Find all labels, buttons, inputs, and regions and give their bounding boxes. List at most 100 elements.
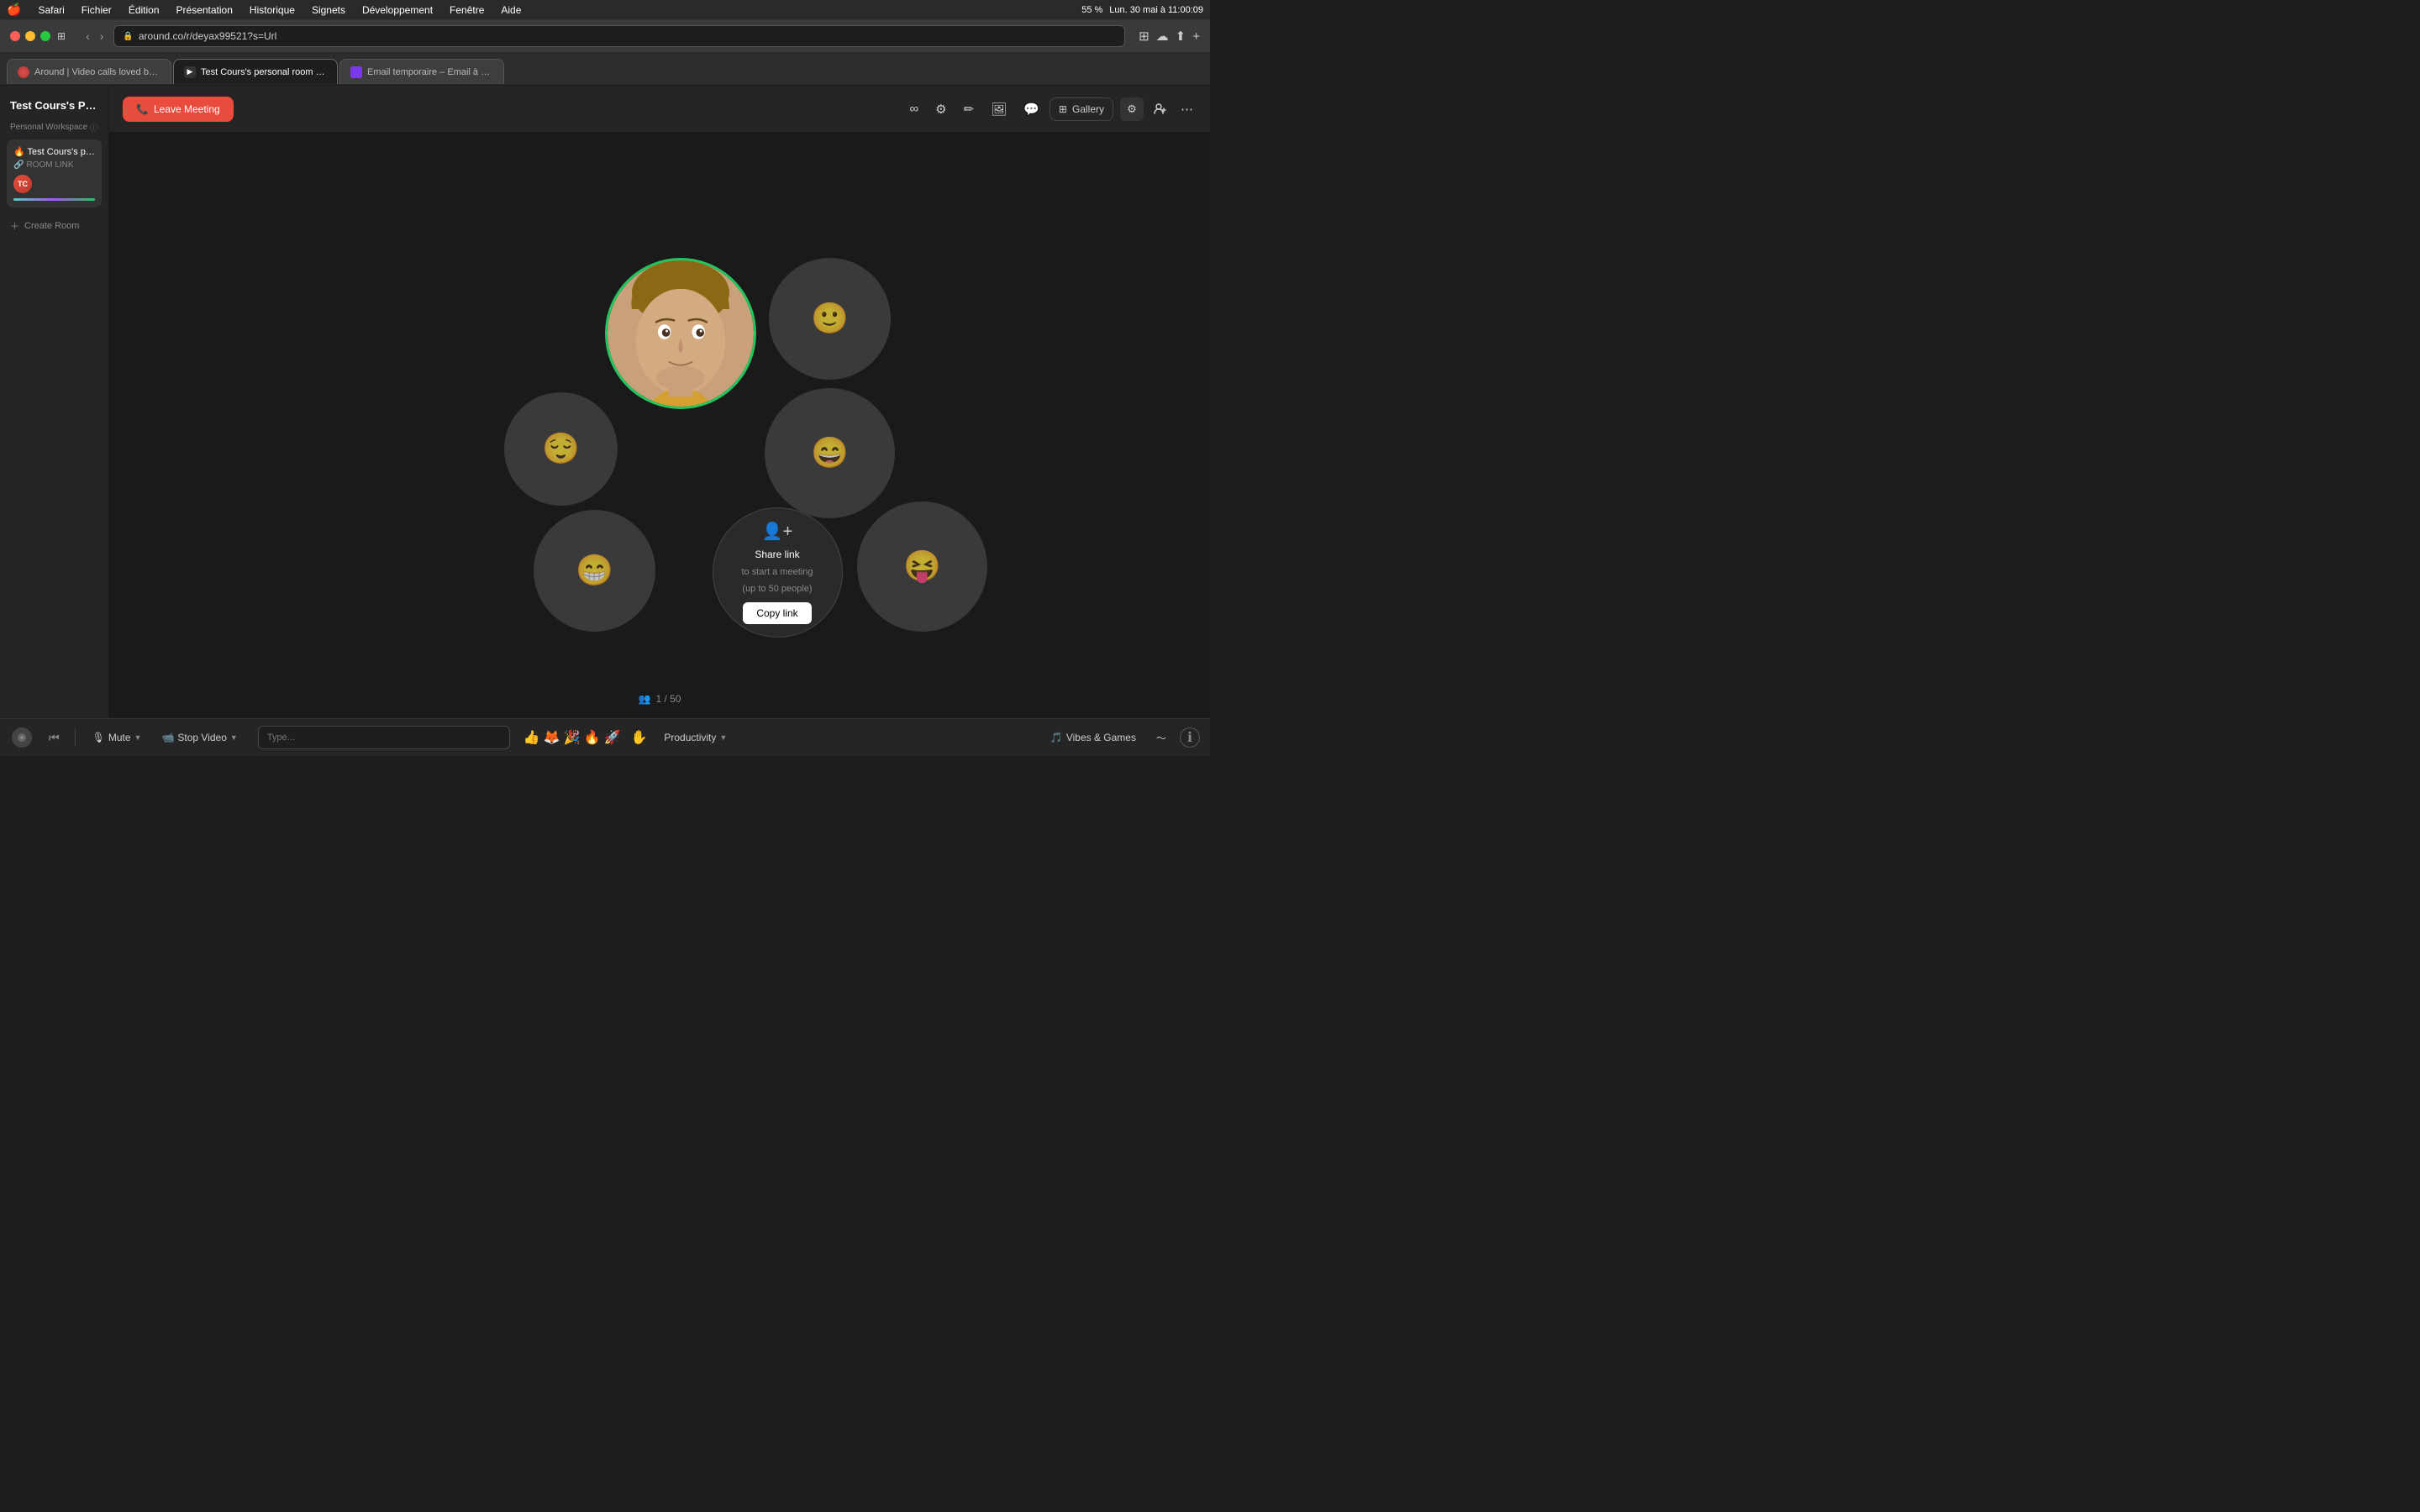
menu-aide[interactable]: Aide bbox=[497, 3, 524, 18]
minimize-window-button[interactable] bbox=[25, 31, 35, 41]
room-link[interactable]: 🔗 ROOM LINK bbox=[13, 160, 95, 170]
reaction-fire[interactable]: 🔥 bbox=[584, 729, 601, 746]
reaction-thumbs-up[interactable]: 👍 bbox=[523, 729, 540, 746]
edit-icon-button[interactable]: ✏ bbox=[960, 98, 978, 120]
close-window-button[interactable] bbox=[10, 31, 20, 41]
sidebar-workspace-subtitle: Personal Workspace ⓘ bbox=[7, 122, 102, 133]
link-icon: 🔗 bbox=[13, 160, 24, 170]
participant-6[interactable]: 😝 bbox=[857, 501, 987, 632]
infinity-icon-button[interactable]: ∞ bbox=[906, 98, 922, 119]
image-icon-button[interactable]: 🖼 bbox=[987, 98, 1010, 120]
add-people-button[interactable] bbox=[1150, 99, 1171, 119]
stop-video-button[interactable]: 📹 Stop Video ▼ bbox=[155, 728, 244, 747]
plus-icon: ＋ bbox=[10, 219, 19, 233]
menu-fichier[interactable]: Fichier bbox=[78, 3, 115, 18]
bottom-bar: ⏮ 🎙 Mute ▼ 📹 Stop Video ▼ 👍 🦊 🎉 🔥 🚀 ✋ Pr… bbox=[0, 718, 1210, 756]
participant-count: 👥 1 / 50 bbox=[639, 693, 681, 705]
active-indicator-bar bbox=[13, 198, 95, 201]
share-button[interactable]: ⬆ bbox=[1176, 29, 1186, 44]
menu-fenetre[interactable]: Fenêtre bbox=[446, 3, 487, 18]
waveform-button[interactable]: 〜 bbox=[1150, 727, 1173, 748]
menu-safari[interactable]: Safari bbox=[34, 3, 67, 18]
share-subtitle: to start a meeting bbox=[742, 567, 813, 577]
tab-favicon-meeting: ▶ bbox=[184, 66, 196, 78]
meeting-area: 📞 Leave Meeting ∞ ⚙ ✏ 🖼 💬 ⊞ Gallery ⚙ bbox=[109, 86, 1210, 718]
new-tab-button[interactable]: ⊞ bbox=[1139, 29, 1150, 44]
address-bar[interactable]: 🔒 around.co/r/deyax99521?s=Url bbox=[113, 25, 1125, 47]
participant-emoji-1: 🙂 bbox=[811, 301, 849, 336]
create-room-button[interactable]: ＋ Create Room bbox=[7, 214, 102, 238]
tab-label-2: Email temporaire – Email à usage unique … bbox=[367, 67, 493, 77]
sidebar: Test Cours's Person... Personal Workspac… bbox=[0, 86, 109, 718]
browser-tabs: Around | Video calls loved by extraordin… bbox=[0, 52, 1210, 84]
back-button[interactable]: ‹ bbox=[82, 28, 93, 45]
participant-3[interactable]: 😄 bbox=[765, 388, 895, 518]
mic-icon: 🎙 bbox=[92, 732, 105, 743]
more-options-button[interactable]: ⋯ bbox=[1177, 98, 1197, 120]
layout-settings-button[interactable]: ⚙ bbox=[1120, 97, 1144, 121]
productivity-button[interactable]: Productivity ▼ bbox=[657, 728, 734, 747]
video-icon: 📹 bbox=[161, 732, 174, 743]
share-link-popup: 👤+ Share link to start a meeting (up to … bbox=[713, 507, 843, 638]
share-title: Share link bbox=[755, 549, 799, 560]
vibes-games-button[interactable]: 🎵 Vibes & Games bbox=[1044, 728, 1143, 747]
sidebar-toggle-button[interactable]: ⏮ bbox=[44, 727, 65, 748]
maximize-window-button[interactable] bbox=[40, 31, 50, 41]
chat-input-area[interactable] bbox=[258, 726, 510, 749]
traffic-lights bbox=[10, 31, 50, 41]
toolbar-icons: ∞ ⚙ ✏ 🖼 💬 bbox=[906, 98, 1042, 120]
url-text: around.co/r/deyax99521?s=Url bbox=[139, 30, 276, 42]
tab-favicon-email bbox=[350, 66, 362, 78]
participant-2[interactable]: 😌 bbox=[504, 392, 618, 506]
settings-icon-button[interactable]: ⚙ bbox=[932, 98, 950, 120]
meeting-toolbar: 📞 Leave Meeting ∞ ⚙ ✏ 🖼 💬 ⊞ Gallery ⚙ bbox=[109, 86, 1210, 133]
leave-meeting-button[interactable]: 📞 Leave Meeting bbox=[123, 97, 234, 122]
avatar: TC bbox=[13, 175, 32, 193]
participant-emoji-2: 😌 bbox=[542, 431, 580, 466]
waveform-icon: 〜 bbox=[1156, 731, 1166, 745]
people-icon: 👥 bbox=[639, 693, 651, 705]
nav-buttons: ‹ › bbox=[82, 28, 107, 45]
count-text: 1 / 50 bbox=[655, 693, 681, 705]
tab-email[interactable]: Email temporaire – Email à usage unique … bbox=[339, 59, 504, 84]
sidebar-toggle-icon[interactable]: ⊞ bbox=[57, 30, 66, 42]
sidebar-room-item[interactable]: 🔥 Test Cours's personal ro... 🔗 ROOM LIN… bbox=[7, 139, 102, 207]
menu-edition[interactable]: Édition bbox=[125, 3, 163, 18]
participant-main[interactable] bbox=[605, 258, 756, 409]
toolbar-right: ⊞ Gallery ⚙ ⋯ bbox=[1050, 97, 1197, 121]
main-layout: Test Cours's Person... Personal Workspac… bbox=[0, 86, 1210, 718]
participant-4[interactable]: 😁 bbox=[534, 510, 655, 632]
reaction-rocket[interactable]: 🚀 bbox=[604, 729, 621, 746]
tab-around-home[interactable]: Around | Video calls loved by extraordin… bbox=[7, 59, 171, 84]
participants-layout: 🙂 😌 😄 😁 👤+ Share l bbox=[391, 191, 929, 661]
raise-hand-button[interactable]: ✋ bbox=[627, 726, 650, 749]
reaction-emojis: 👍 🦊 🎉 🔥 🚀 bbox=[523, 729, 621, 746]
tab-around-meeting[interactable]: ▶ Test Cours's personal room | Around bbox=[173, 59, 338, 84]
gallery-icon: ⊞ bbox=[1059, 103, 1067, 115]
browser-chrome: ⊞ ‹ › 🔒 around.co/r/deyax99521?s=Url ⊞ ☁… bbox=[0, 20, 1210, 86]
chat-icon-button[interactable]: 💬 bbox=[1020, 98, 1043, 120]
browser-toolbar: ⊞ ‹ › 🔒 around.co/r/deyax99521?s=Url ⊞ ☁… bbox=[0, 20, 1210, 52]
mute-button[interactable]: 🎙 Mute ▼ bbox=[86, 728, 149, 747]
battery-status: 55 % bbox=[1081, 5, 1102, 15]
icloud-icon[interactable]: ☁ bbox=[1156, 29, 1169, 44]
add-bookmark-button[interactable]: + bbox=[1192, 29, 1200, 44]
chat-input[interactable] bbox=[267, 732, 501, 743]
menu-historique[interactable]: Historique bbox=[246, 3, 298, 18]
menu-signets[interactable]: Signets bbox=[308, 3, 349, 18]
bottom-right-icons: 🎵 Vibes & Games 〜 ℹ bbox=[1044, 727, 1200, 748]
forward-button[interactable]: › bbox=[97, 28, 108, 45]
reaction-party[interactable]: 🎉 bbox=[564, 729, 581, 746]
copy-link-button[interactable]: Copy link bbox=[743, 602, 811, 624]
participant-5-bubble: 👤+ Share link to start a meeting (up to … bbox=[710, 506, 844, 640]
menu-presentation[interactable]: Présentation bbox=[173, 3, 236, 18]
gallery-button[interactable]: ⊞ Gallery bbox=[1050, 97, 1113, 121]
reaction-fox[interactable]: 🦊 bbox=[544, 729, 560, 746]
date-time: Lun. 30 mai à 11:00:09 bbox=[1109, 5, 1203, 15]
apple-menu[interactable]: 🍎 bbox=[7, 3, 21, 17]
secure-icon: 🔒 bbox=[123, 32, 133, 41]
participant-1[interactable]: 🙂 bbox=[769, 258, 891, 380]
menu-developpement[interactable]: Développement bbox=[359, 3, 436, 18]
info-button[interactable]: ℹ bbox=[1180, 727, 1200, 748]
info-icon: ℹ bbox=[1187, 729, 1192, 746]
